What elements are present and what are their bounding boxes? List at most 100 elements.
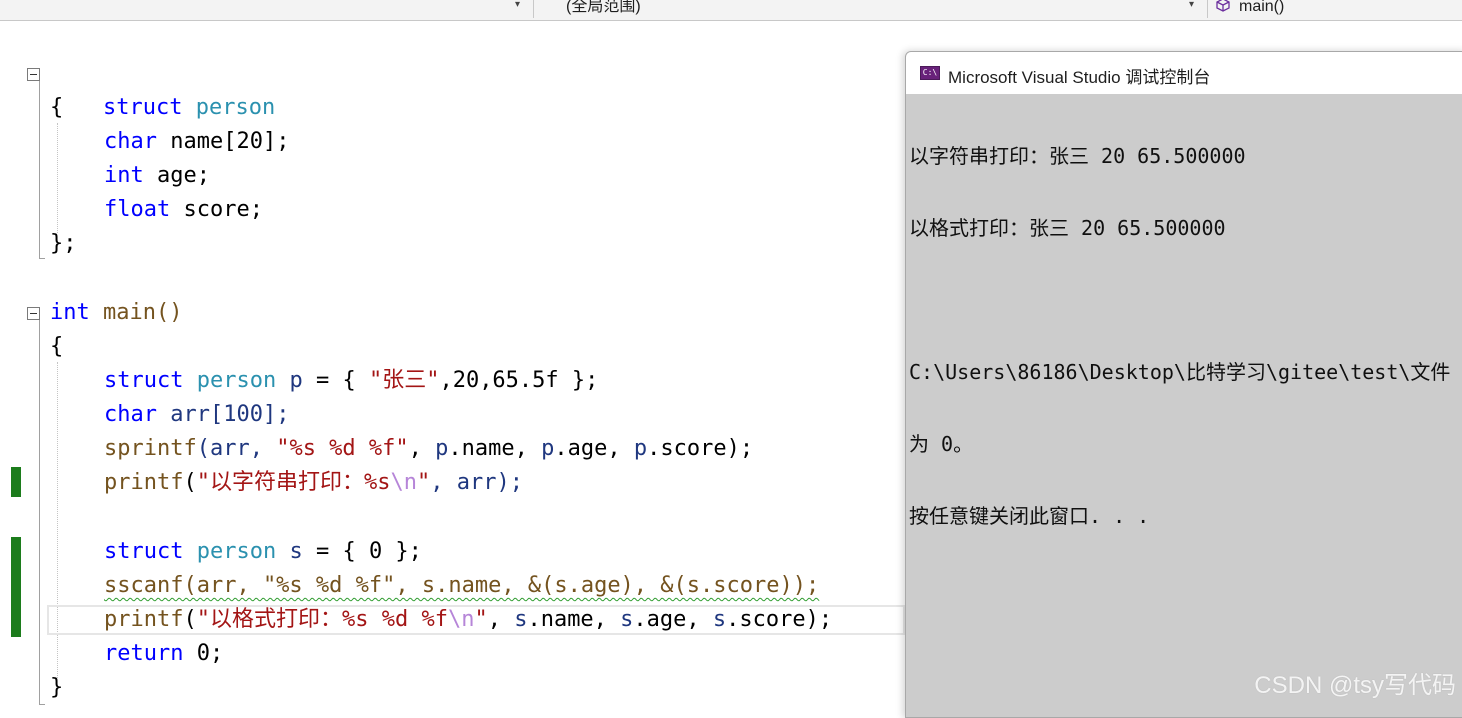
console-line: C:\Users\86186\Desktop\比特学习\gitee\test\文… (909, 360, 1451, 384)
variable: p (435, 436, 449, 461)
navigation-bar: ▾ (全局范围) ▾ main() (0, 0, 1462, 21)
code-line-sscanf[interactable]: sscanf(arr, "%s %d %f", s.name, &(s.age)… (104, 569, 819, 603)
code-text: ( (183, 607, 197, 632)
project-dropdown-arrow-icon[interactable]: ▾ (515, 0, 520, 10)
change-indicator-bar (11, 467, 21, 497)
code-text: arr[100]; (156, 402, 290, 427)
code-line-field[interactable]: int age; (104, 159, 210, 193)
code-text: = { 0 }; (302, 539, 422, 564)
function-name: sprintf (104, 436, 197, 461)
keyword: return (104, 641, 184, 666)
variable: p (633, 436, 648, 461)
main-signature: main() (89, 300, 183, 325)
string-literal-end: " (474, 607, 488, 632)
code-line-init-p[interactable]: struct person p = { "张三",20,65.5f }; (104, 364, 598, 398)
code-text: .name, (527, 607, 621, 632)
field-decl: score; (170, 197, 263, 222)
field-type: int (104, 163, 144, 188)
variable: s (514, 607, 528, 632)
code-text: .name, (448, 436, 542, 461)
collapse-main-button[interactable] (27, 307, 40, 320)
code-line-field[interactable]: char name[20]; (104, 125, 289, 159)
field-decl: age; (143, 163, 210, 188)
field-type: float (104, 197, 171, 222)
sscanf-call-warning[interactable]: sscanf(arr, "%s %d %f", s.name, &(s.age)… (104, 573, 819, 598)
console-line: 按任意键关闭此窗口. . . (909, 504, 1150, 528)
scope-dropdown-arrow-icon[interactable]: ▾ (1189, 0, 1194, 10)
type-name: person (196, 368, 277, 393)
code-text: ,20,65.5f }; (439, 368, 599, 393)
string-literal: "%s %d %f" (276, 436, 409, 461)
open-brace: { (50, 95, 64, 120)
console-title: Microsoft Visual Studio 调试控制台 (948, 68, 1211, 87)
variable: p (276, 368, 303, 393)
keyword: char (104, 402, 157, 427)
main-return-type: int (50, 300, 90, 325)
code-line-printf-2[interactable]: printf("以格式打印：%s %d %f\n", s.name, s.age… (104, 603, 832, 637)
method-cube-icon (1216, 0, 1230, 12)
outline-main-end (39, 704, 45, 705)
variable: s (712, 607, 727, 632)
code-text: , arr); (430, 470, 523, 495)
code-line-brace[interactable]: { (50, 330, 63, 364)
code-line-brace[interactable]: { (50, 91, 63, 125)
console-line: 为 0。 (909, 432, 974, 456)
code-line-init-s[interactable]: struct person s = { 0 }; (104, 535, 422, 569)
csdn-watermark: CSDN @tsy写代码 (1254, 672, 1456, 699)
open-brace: { (50, 334, 64, 359)
code-text: (arr, (196, 436, 277, 461)
scope-dropdown[interactable]: (全局范围) (566, 0, 1166, 18)
code-text: 0; (183, 641, 224, 666)
code-line-return[interactable]: return 0; (104, 637, 223, 671)
keyword: struct (104, 368, 184, 393)
string-literal: "以格式打印：%s %d %f (196, 607, 448, 632)
collapse-struct-button[interactable] (27, 68, 40, 81)
code-text: ( (183, 470, 197, 495)
console-line: 以格式打印：张三 20 65.500000 (909, 216, 1226, 240)
code-text: .age, (554, 436, 634, 461)
code-text: = { (302, 368, 369, 393)
code-line-sprintf[interactable]: sprintf(arr, "%s %d %f", p.name, p.age, … (104, 432, 753, 466)
debug-console-window[interactable]: C:\ Microsoft Visual Studio 调试控制台 以字符串打印… (905, 51, 1462, 718)
console-app-icon: C:\ (920, 66, 940, 80)
member-dropdown[interactable]: main() (1239, 0, 1439, 18)
code-line-main-signature[interactable]: int main() (50, 296, 182, 330)
outline-main (39, 320, 40, 704)
variable: s (276, 539, 303, 564)
code-line-close[interactable]: } (50, 671, 63, 705)
function-name: printf (104, 470, 184, 495)
code-line-struct-header[interactable]: struct person (50, 57, 275, 120)
function-name: printf (104, 607, 184, 632)
code-line-arr[interactable]: char arr[100]; (104, 398, 289, 432)
console-titlebar[interactable]: C:\ Microsoft Visual Studio 调试控制台 (906, 52, 1462, 94)
close-brace: } (50, 675, 64, 700)
escape-sequence: \n (390, 470, 417, 495)
code-text: , (487, 607, 515, 632)
field-type: char (104, 129, 157, 154)
code-line-close[interactable]: }; (50, 227, 77, 261)
code-line-printf-1[interactable]: printf("以字符串打印：%s\n", arr); (104, 466, 523, 500)
variable: s (620, 607, 634, 632)
code-text: , (408, 436, 436, 461)
struct-name: person (195, 95, 276, 120)
nav-separator (533, 0, 534, 18)
code-text: .score); (647, 436, 754, 461)
string-literal: "张三" (368, 368, 440, 393)
console-output[interactable]: 以字符串打印：张三 20 65.500000 以格式打印：张三 20 65.50… (909, 96, 1462, 576)
code-text: .score); (726, 607, 833, 632)
type-name: person (196, 539, 277, 564)
field-decl: name[20]; (156, 129, 290, 154)
variable: p (541, 436, 555, 461)
code-line-field[interactable]: float score; (104, 193, 263, 227)
nav-separator (1207, 0, 1208, 18)
escape-sequence: \n (447, 607, 475, 632)
console-line: 以字符串打印：张三 20 65.500000 (909, 144, 1246, 168)
code-text: .age, (633, 607, 713, 632)
outline-struct (39, 81, 40, 258)
keyword: struct (104, 539, 184, 564)
outline-struct-end (39, 258, 45, 259)
string-literal-end: " (416, 470, 431, 495)
change-indicator-bar (11, 537, 21, 637)
keyword-struct: struct (102, 95, 183, 120)
